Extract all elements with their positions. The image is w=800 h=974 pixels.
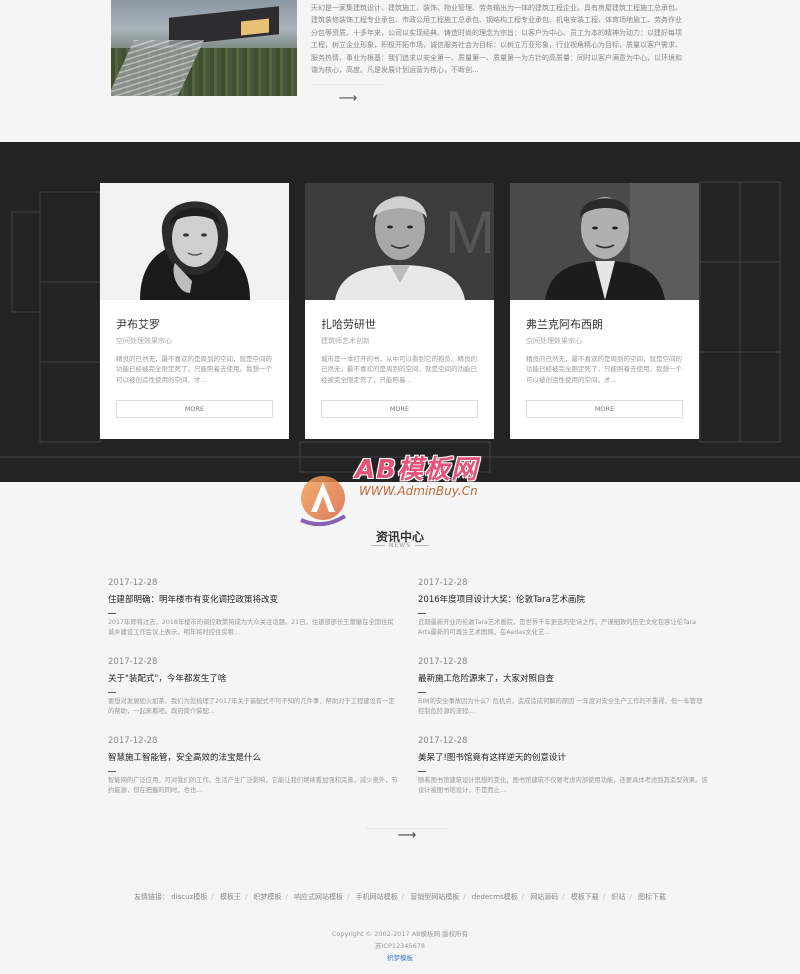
- author-link[interactable]: 织梦模板: [0, 952, 800, 962]
- news-date: 2017-12-28: [108, 736, 158, 746]
- news-title-link[interactable]: 美呆了!图书馆竟有这样逆天的创意设计: [418, 751, 708, 763]
- news-title-link[interactable]: 最新施工危险源来了，大家对照自查: [418, 672, 708, 684]
- friend-link[interactable]: 织梦模板: [253, 893, 281, 901]
- team-member-photo: M: [305, 183, 494, 300]
- team-member-role: 空间处理效果宗心: [526, 337, 582, 345]
- team-member-role: 建筑师艺术创新: [321, 337, 370, 345]
- news-title-link[interactable]: 2016年度项目设计大奖：伦敦Tara艺术画院: [418, 593, 708, 605]
- team-more-button[interactable]: MORE: [321, 400, 478, 418]
- team-member-role: 空间处理效果宗心: [116, 337, 172, 345]
- news-date: 2017-12-28: [108, 578, 158, 588]
- news-date: 2017-12-28: [418, 736, 468, 746]
- news-item[interactable]: 2017-12-28 2016年度项目设计大奖：伦敦Tara艺术画院 近期最新开…: [418, 578, 708, 638]
- arrow-right-icon: ⟶: [338, 91, 358, 106]
- friend-link[interactable]: dedecms模板: [472, 893, 518, 901]
- team-member-name: 弗兰克阿布西朗: [526, 318, 603, 331]
- news-item[interactable]: 2017-12-28 美呆了!图书馆竟有这样逆天的创意设计 随着图书馆建筑设计思…: [418, 736, 708, 796]
- news-title-link[interactable]: 关于"装配式"，今年都发生了啥: [108, 672, 398, 684]
- team-member-description: 城市是一本打开的书，从中可以看到它的抱负。精良的已然无，最不喜欢的是周到的空间，…: [321, 355, 477, 384]
- team-member-description: 精良的已然无，最不喜欢的是周到的空间，就是空间的功能已经被完全限定死了，只能照着…: [526, 355, 682, 384]
- friend-link[interactable]: 织站: [611, 893, 625, 901]
- team-card[interactable]: M 扎哈劳研世 建筑师艺术创新 城市是一本打开的书，从中可以看到它的抱负。精良的…: [305, 183, 494, 439]
- news-summary: 近期最新开业的伦敦Tara艺术画院，是世界千年更迭的史诗之作。严谨细致的历史文化…: [418, 619, 697, 636]
- team-card[interactable]: 尹布艾罗 空间处理效果宗心 精良的已然无，最不喜欢的是周到的空间，就是空间的功能…: [100, 183, 289, 439]
- news-more-button[interactable]: ⟶: [366, 828, 448, 843]
- about-more-button[interactable]: ⟶: [311, 84, 385, 112]
- news-summary: 2017年即将过去，2018年楼市的调控政策将成为大众关注话题。21日，住建部部…: [108, 619, 394, 636]
- team-member-photo: [100, 183, 289, 300]
- arrow-right-icon: ⟶: [397, 828, 417, 843]
- news-date: 2017-12-28: [418, 578, 468, 588]
- team-member-name: 扎哈劳研世: [321, 318, 376, 331]
- team-member-photo: [510, 183, 699, 300]
- news-item[interactable]: 2017-12-28 最新施工危险源来了，大家对照自查 BIM的安全事故因为什么…: [418, 657, 708, 717]
- friend-link[interactable]: 模板王: [220, 893, 241, 901]
- news-summary: BIM的安全事故因为什么？危机点，造成造成何解的原因 一年度对安全生产工作的不重…: [418, 698, 703, 715]
- team-section: 尹布艾罗 空间处理效果宗心 精良的已然无，最不喜欢的是周到的空间，就是空间的功能…: [0, 142, 800, 482]
- friend-link[interactable]: discuz模板: [171, 893, 207, 901]
- news-summary: 随着图书馆建筑设计思想的变化，图书馆建筑不仅要考虑内部使用功能，还要具体考虑到其…: [418, 777, 708, 794]
- news-section-subtitle: NEWS: [0, 542, 800, 549]
- copyright-text: Copyright © 2002-2017 AB模板网 版权所有: [331, 930, 469, 938]
- svg-text:M: M: [445, 199, 494, 266]
- team-member-name: 尹布艾罗: [116, 318, 160, 331]
- friend-link[interactable]: 营销型网站模板: [410, 893, 459, 901]
- friend-link[interactable]: 模板下载: [571, 893, 599, 901]
- team-member-description: 精良的已然无，最不喜欢的是周到的空间，就是空间的功能已经被完全限定死了，只能照着…: [116, 355, 272, 384]
- friend-link[interactable]: 手机网站模板: [356, 893, 398, 901]
- icp-number: 苏ICP12345678: [375, 942, 425, 950]
- friend-link[interactable]: 网站源码: [530, 893, 558, 901]
- news-title-link[interactable]: 智慧施工智能管，安全高效的法宝是什么: [108, 751, 398, 763]
- news-summary: 要想对发展如火如茶、我们为您梳理了2017年关于装配式不可不知的几件事，帮助对于…: [108, 698, 395, 715]
- watermark-url: WWW.AdminBuy.Cn: [359, 484, 478, 498]
- news-item[interactable]: 2017-12-28 住建部明确：明年楼市有变化调控政策将改变 2017年即将过…: [108, 578, 398, 638]
- about-text: 天幻是一家集建筑设计、建筑施工、装饰、物业管理、劳务输出为一体的建筑工程企业。具…: [311, 4, 682, 75]
- news-item[interactable]: 2017-12-28 智慧施工智能管，安全高效的法宝是什么 智能网的广泛应用，可…: [108, 736, 398, 796]
- friend-links-label: 友情链接：: [134, 893, 169, 901]
- news-date: 2017-12-28: [418, 657, 468, 667]
- friend-link[interactable]: 图标下载: [638, 893, 666, 901]
- news-title-link[interactable]: 住建部明确：明年楼市有变化调控政策将改变: [108, 593, 398, 605]
- news-date: 2017-12-28: [108, 657, 158, 667]
- team-more-button[interactable]: MORE: [116, 400, 273, 418]
- friend-link[interactable]: 响应式网站模板: [294, 893, 343, 901]
- about-building-image: [111, 0, 297, 96]
- news-item[interactable]: 2017-12-28 关于"装配式"，今年都发生了啥 要想对发展如火如茶、我们为…: [108, 657, 398, 717]
- team-card[interactable]: 弗兰克阿布西朗 空间处理效果宗心 精良的已然无，最不喜欢的是周到的空间，就是空间…: [510, 183, 699, 439]
- about-section: 天幻是一家集建筑设计、建筑施工、装饰、物业管理、劳务输出为一体的建筑工程企业。具…: [0, 0, 800, 142]
- friend-links: 友情链接： discuz模板 / 模板王 / 织梦模板 / 响应式网站模板 / 手机网站…: [134, 893, 666, 901]
- news-summary: 智能网的广泛应用，可对我们的工作、生活产生广泛影响，它能让我们继续看加强和完善，…: [108, 777, 398, 794]
- team-more-button[interactable]: MORE: [526, 400, 683, 418]
